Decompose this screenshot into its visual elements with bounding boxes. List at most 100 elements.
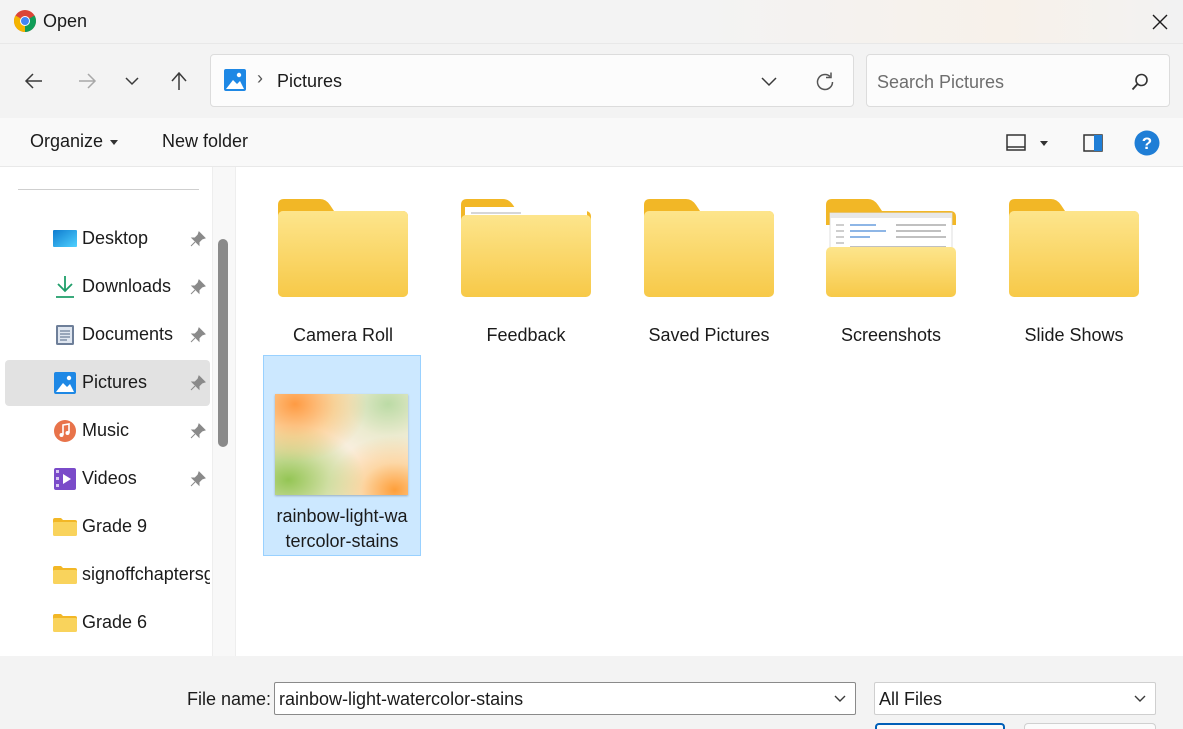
music-icon <box>53 419 77 443</box>
pin-icon <box>189 326 207 344</box>
back-button[interactable] <box>16 63 52 99</box>
file-item-rainbow-light-watercolor-stains[interactable]: rainbow-light-wa tercolor-stains <box>263 355 421 556</box>
folder-label: Screenshots <box>840 325 942 345</box>
refresh-button[interactable] <box>811 68 839 96</box>
file-label-line-2: tercolor-stains <box>285 531 399 551</box>
sidebar-item-videos[interactable]: Videos <box>5 456 210 502</box>
chevron-down-icon <box>1134 695 1146 702</box>
navigation-pane: Desktop Downloads Documents Pictures Mus… <box>0 167 236 656</box>
file-name-bar: File name: All Files <box>0 656 1183 729</box>
folder-icon <box>53 611 77 635</box>
arrow-up-icon <box>171 71 187 90</box>
folder-icon <box>53 515 77 539</box>
sidebar-item-music[interactable]: Music <box>5 408 210 454</box>
sidebar-item-grade-6[interactable]: Grade 6 <box>5 600 210 646</box>
pin-icon <box>189 230 207 248</box>
sidebar-item-signoffchapters[interactable]: signoffchaptersg <box>5 552 210 598</box>
search-icon[interactable] <box>1129 71 1151 93</box>
chevron-down-icon <box>834 695 846 702</box>
folder-icon <box>826 195 956 299</box>
folder-label: Slide Shows <box>1024 325 1124 345</box>
close-button[interactable] <box>1137 0 1183 44</box>
folder-item-saved-pictures[interactable]: Saved Pictures <box>630 167 788 357</box>
pin-icon <box>189 422 207 440</box>
cancel-button[interactable] <box>1024 723 1156 729</box>
chrome-icon <box>13 9 37 33</box>
arrow-right-icon <box>79 73 97 89</box>
refresh-icon <box>816 72 834 91</box>
new-folder-button[interactable]: New folder <box>162 131 248 152</box>
folder-icon <box>644 195 774 299</box>
address-bar[interactable]: › Pictures <box>210 54 854 107</box>
videos-icon <box>53 467 77 491</box>
up-button[interactable] <box>161 63 197 99</box>
file-type-value: All Files <box>879 689 943 709</box>
pin-icon <box>189 470 207 488</box>
folder-icon <box>53 563 77 587</box>
address-history-button[interactable] <box>757 70 781 94</box>
command-bar: Organize New folder ? <box>0 118 1183 167</box>
sidebar-item-pictures[interactable]: Pictures <box>5 360 210 406</box>
sidebar-item-desktop[interactable]: Desktop <box>5 216 210 262</box>
file-type-dropdown-button[interactable] <box>1131 690 1149 708</box>
preview-pane-icon <box>1083 134 1103 152</box>
title-bar: Open <box>0 0 1183 44</box>
folder-label: Camera Roll <box>292 325 394 345</box>
svg-text:?: ? <box>1142 134 1152 153</box>
file-name-label: File name: <box>187 689 272 709</box>
sidebar-scrollbar-thumb[interactable] <box>218 239 228 447</box>
chevron-down-icon <box>761 77 777 87</box>
folder-item-camera-roll[interactable]: Camera Roll <box>264 167 422 357</box>
open-button[interactable] <box>875 723 1005 729</box>
pictures-icon <box>224 69 246 91</box>
sidebar-item-label: Grade 9 <box>82 516 148 536</box>
help-button[interactable]: ? <box>1134 130 1160 156</box>
organize-label: Organize <box>30 131 104 151</box>
file-name-input[interactable] <box>279 688 819 710</box>
view-options-dropdown[interactable] <box>1034 130 1054 156</box>
organize-menu[interactable]: Organize <box>30 131 119 152</box>
preview-pane-button[interactable] <box>1080 130 1106 156</box>
window-title: Open <box>43 11 88 31</box>
documents-icon <box>53 323 77 347</box>
sidebar-item-label: signoffchaptersg <box>82 564 210 584</box>
caret-down-icon <box>110 139 119 145</box>
pin-icon <box>189 278 207 296</box>
view-pane-icon <box>1006 134 1026 151</box>
folder-item-screenshots[interactable]: Screenshots <box>812 167 970 357</box>
search-input[interactable] <box>877 69 1117 95</box>
navigation-bar: › Pictures <box>0 44 1183 118</box>
breadcrumb-pictures[interactable]: Pictures <box>277 71 342 92</box>
sidebar-item-label: Grade 6 <box>82 612 148 632</box>
folder-icon <box>1009 195 1139 299</box>
pictures-icon <box>53 371 77 395</box>
image-thumbnail <box>275 394 408 495</box>
close-icon <box>1152 14 1168 30</box>
arrow-left-icon <box>24 73 42 89</box>
forward-button[interactable] <box>69 63 105 99</box>
sidebar-item-grade-9[interactable]: Grade 9 <box>5 504 210 550</box>
help-icon: ? <box>1134 130 1160 156</box>
folder-label: Feedback <box>486 325 566 345</box>
breadcrumb-separator: › <box>257 68 263 88</box>
folder-icon <box>278 195 408 299</box>
file-label-line-1: rainbow-light-wa <box>276 506 408 526</box>
download-icon <box>53 275 77 299</box>
folder-icon <box>461 195 591 299</box>
file-name-dropdown-button[interactable] <box>831 690 849 708</box>
folder-label: Saved Pictures <box>648 325 770 345</box>
recent-locations-button[interactable] <box>114 63 150 99</box>
file-type-select[interactable]: All Files <box>874 682 1156 715</box>
caret-down-icon <box>1040 140 1048 146</box>
sidebar-divider <box>18 189 199 190</box>
sidebar-item-documents[interactable]: Documents <box>5 312 210 358</box>
file-name-combobox[interactable] <box>274 682 856 715</box>
view-options-button[interactable] <box>1003 130 1029 156</box>
search-box[interactable] <box>866 54 1170 107</box>
sidebar-item-downloads[interactable]: Downloads <box>5 264 210 310</box>
chevron-down-icon <box>125 77 139 86</box>
folder-item-feedback[interactable]: Feedback <box>447 167 605 357</box>
folder-item-slide-shows[interactable]: Slide Shows <box>995 167 1153 357</box>
pin-icon <box>189 374 207 392</box>
desktop-icon <box>53 227 77 251</box>
